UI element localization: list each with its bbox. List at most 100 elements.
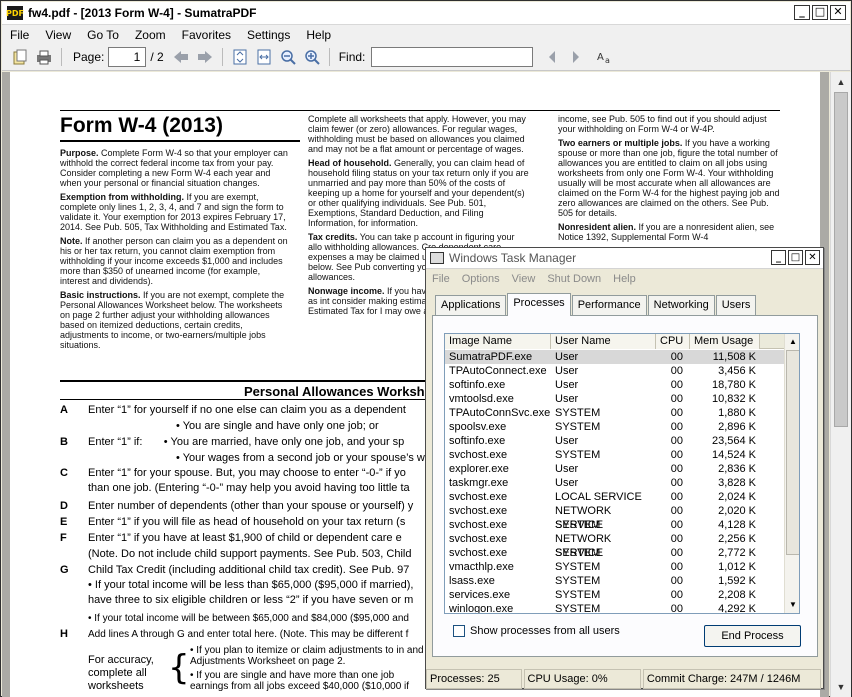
menu-zoom[interactable]: Zoom bbox=[127, 28, 174, 42]
list-scroll-up-icon[interactable]: ▲ bbox=[786, 335, 799, 349]
line-text: than one job. (Entering “-0-” may help y… bbox=[88, 482, 410, 494]
checkbox-box[interactable] bbox=[453, 625, 465, 637]
two-earners-text: If you have a working spouse or more tha… bbox=[558, 138, 780, 218]
menu-goto[interactable]: Go To bbox=[79, 28, 127, 42]
tm-menu-options[interactable]: Options bbox=[456, 273, 506, 285]
line-text: Enter “1” if you have at least $1,900 of… bbox=[88, 532, 402, 544]
menu-favorites[interactable]: Favorites bbox=[174, 28, 239, 42]
print-icon[interactable] bbox=[35, 48, 53, 66]
form-title: Form W-4 (2013) bbox=[60, 114, 223, 137]
scroll-down-icon[interactable]: ▼ bbox=[833, 679, 849, 695]
process-cpu: 00 bbox=[670, 351, 683, 363]
close-button[interactable]: ✕ bbox=[830, 5, 846, 20]
tm-minimize-button[interactable]: _ bbox=[771, 250, 786, 265]
process-row[interactable]: TPAutoConnect.exe User 00 3,456 K bbox=[445, 364, 784, 378]
process-list-scrollbar[interactable]: ▲ ▼ bbox=[784, 334, 799, 613]
process-row[interactable]: lsass.exe SYSTEM 00 1,592 K bbox=[445, 574, 784, 588]
previous-page-icon[interactable] bbox=[172, 48, 190, 66]
process-row[interactable]: SumatraPDF.exe User 00 11,508 K bbox=[445, 350, 784, 364]
column-cpu[interactable]: CPU bbox=[656, 334, 690, 349]
process-user-name: User bbox=[555, 435, 579, 447]
process-row[interactable]: taskmgr.exe User 00 3,828 K bbox=[445, 476, 784, 490]
match-case-icon[interactable]: Aa bbox=[596, 48, 614, 66]
process-user-name: NETWORK SERVICE bbox=[555, 505, 612, 531]
tab-applications[interactable]: Applications bbox=[435, 295, 507, 316]
menu-view[interactable]: View bbox=[37, 28, 79, 42]
process-row[interactable]: softinfo.exe User 00 23,564 K bbox=[445, 434, 784, 448]
list-scroll-thumb[interactable] bbox=[786, 350, 799, 555]
find-input[interactable] bbox=[371, 47, 534, 67]
process-row[interactable]: svchost.exe NETWORK SERVICE 00 2,256 K bbox=[445, 532, 784, 559]
zoom-in-icon[interactable] bbox=[303, 48, 321, 66]
line-text: Enter “1” if: • You are married, have on… bbox=[88, 436, 405, 448]
line-letter: C bbox=[60, 467, 68, 479]
process-row[interactable]: svchost.exe LOCAL SERVICE 00 2,024 K bbox=[445, 490, 784, 504]
tm-maximize-button[interactable]: □ bbox=[788, 250, 803, 265]
tab-users[interactable]: Users bbox=[715, 295, 757, 316]
tm-menu-shutdown[interactable]: Shut Down bbox=[541, 273, 607, 285]
scroll-up-icon[interactable]: ▲ bbox=[833, 74, 849, 90]
tm-menu-file[interactable]: File bbox=[426, 273, 456, 285]
menu-settings[interactable]: Settings bbox=[239, 28, 298, 42]
menu-file[interactable]: File bbox=[2, 28, 37, 42]
find-previous-icon[interactable] bbox=[543, 48, 561, 66]
zoom-out-icon[interactable] bbox=[279, 48, 297, 66]
column-mem-usage[interactable]: Mem Usage bbox=[690, 334, 760, 349]
next-page-icon[interactable] bbox=[196, 48, 214, 66]
task-manager-menu: File Options View Shut Down Help bbox=[426, 270, 823, 288]
end-process-button[interactable]: End Process bbox=[704, 625, 801, 647]
tm-close-button[interactable]: ✕ bbox=[805, 250, 820, 265]
process-mem-usage: 2,896 K bbox=[718, 421, 756, 433]
tab-performance[interactable]: Performance bbox=[571, 295, 647, 316]
list-scroll-down-icon[interactable]: ▼ bbox=[786, 598, 799, 612]
maximize-button[interactable]: □ bbox=[812, 5, 828, 20]
show-all-processes-checkbox[interactable]: Show processes from all users bbox=[453, 625, 620, 637]
process-row[interactable]: svchost.exe SYSTEM 00 14,524 K bbox=[445, 448, 784, 462]
process-image-name: spoolsv.exe bbox=[449, 421, 507, 433]
task-manager-title-bar[interactable]: Windows Task Manager _ □ ✕ bbox=[426, 248, 823, 269]
tab-processes[interactable]: Processes bbox=[507, 293, 571, 316]
fit-page-icon[interactable] bbox=[231, 48, 249, 66]
process-row[interactable]: svchost.exe NETWORK SERVICE 00 2,020 K bbox=[445, 504, 784, 531]
line-text: • You are single and have only one job; … bbox=[176, 420, 379, 432]
process-image-name: softinfo.exe bbox=[449, 435, 506, 447]
line-text: • If your total income will be between $… bbox=[88, 613, 409, 624]
process-row[interactable]: vmacthlp.exe SYSTEM 00 1,012 K bbox=[445, 560, 784, 574]
process-image-name: winlogon.exe bbox=[449, 603, 514, 614]
minimize-button[interactable]: _ bbox=[794, 5, 810, 20]
process-image-name: TPAutoConnect.exe bbox=[449, 365, 547, 377]
process-row[interactable]: vmtoolsd.exe User 00 10,832 K bbox=[445, 392, 784, 406]
fit-width-icon[interactable] bbox=[255, 48, 273, 66]
process-row[interactable]: svchost.exe SYSTEM 00 4,128 K bbox=[445, 518, 784, 532]
process-cpu: 00 bbox=[670, 547, 683, 559]
accuracy-item: • If you plan to itemize or claim adjust… bbox=[190, 645, 424, 667]
find-next-icon[interactable] bbox=[567, 48, 585, 66]
tab-networking[interactable]: Networking bbox=[647, 295, 715, 316]
scroll-thumb[interactable] bbox=[834, 92, 848, 427]
process-user-name: SYSTEM bbox=[555, 449, 601, 461]
column-image-name[interactable]: Image Name bbox=[445, 334, 551, 349]
process-row[interactable]: spoolsv.exe SYSTEM 00 2,896 K bbox=[445, 420, 784, 434]
nonwage-income-heading: Nonwage income. bbox=[308, 286, 385, 296]
tm-menu-view[interactable]: View bbox=[506, 273, 542, 285]
tm-menu-help[interactable]: Help bbox=[607, 273, 642, 285]
process-row[interactable]: winlogon.exe SYSTEM 00 4,292 K bbox=[445, 602, 784, 614]
page-number-input[interactable]: 1 bbox=[108, 47, 147, 67]
column-user-name[interactable]: User Name bbox=[551, 334, 656, 349]
process-row[interactable]: softinfo.exe User 00 18,780 K bbox=[445, 378, 784, 392]
process-image-name: vmacthlp.exe bbox=[449, 561, 514, 573]
process-row[interactable]: explorer.exe User 00 2,836 K bbox=[445, 462, 784, 476]
process-row[interactable]: services.exe SYSTEM 00 2,208 K bbox=[445, 588, 784, 602]
two-earners-heading: Two earners or multiple jobs. bbox=[558, 138, 683, 148]
menu-help[interactable]: Help bbox=[298, 28, 339, 42]
document-scrollbar[interactable]: ▲ ▼ bbox=[830, 72, 851, 697]
open-file-icon[interactable] bbox=[11, 48, 29, 66]
process-mem-usage: 2,836 K bbox=[718, 463, 756, 475]
process-row[interactable]: TPAutoConnSvc.exe SYSTEM 00 1,880 K bbox=[445, 406, 784, 420]
process-image-name: svchost.exe bbox=[449, 505, 508, 517]
process-image-name: services.exe bbox=[449, 589, 511, 601]
process-cpu: 00 bbox=[670, 365, 683, 377]
title-bar[interactable]: PDF fw4.pdf - [2013 Form W-4] - SumatraP… bbox=[2, 2, 850, 25]
process-row[interactable]: svchost.exe SYSTEM 00 2,772 K bbox=[445, 546, 784, 560]
process-list[interactable]: Image Name User Name CPU Mem Usage Sumat… bbox=[444, 333, 800, 614]
